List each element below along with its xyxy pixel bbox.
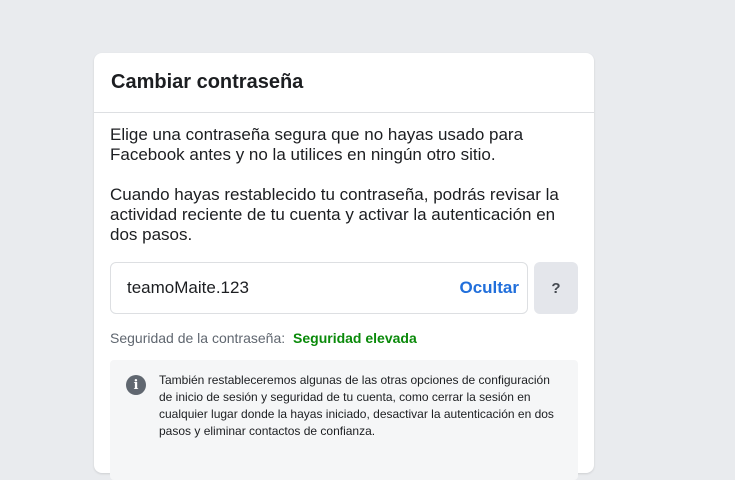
dialog-body: Elige una contraseña segura que no hayas… bbox=[94, 113, 594, 480]
info-notice-text: También restableceremos algunas de las o… bbox=[159, 373, 554, 438]
info-notice: i También restableceremos algunas de las… bbox=[110, 360, 578, 480]
strength-value: Seguridad elevada bbox=[293, 330, 417, 346]
password-row: Ocultar ? bbox=[110, 262, 578, 314]
password-field[interactable]: Ocultar bbox=[110, 262, 528, 314]
dialog-title: Cambiar contraseña bbox=[111, 71, 304, 93]
password-help-button[interactable]: ? bbox=[534, 262, 578, 314]
password-strength: Seguridad de la contraseña: Seguridad el… bbox=[110, 329, 578, 347]
hide-password-button[interactable]: Ocultar bbox=[451, 278, 519, 298]
strength-label: Seguridad de la contraseña: bbox=[110, 330, 286, 346]
info-icon: i bbox=[126, 375, 146, 395]
change-password-dialog: Cambiar contraseña Elige una contraseña … bbox=[94, 53, 594, 480]
instructions-text: Elige una contraseña segura que no hayas… bbox=[110, 125, 524, 164]
password-input[interactable] bbox=[127, 278, 452, 298]
reset-info-text: Cuando hayas restablecido tu contraseña,… bbox=[110, 185, 559, 244]
dialog-header: Cambiar contraseña bbox=[94, 53, 594, 113]
